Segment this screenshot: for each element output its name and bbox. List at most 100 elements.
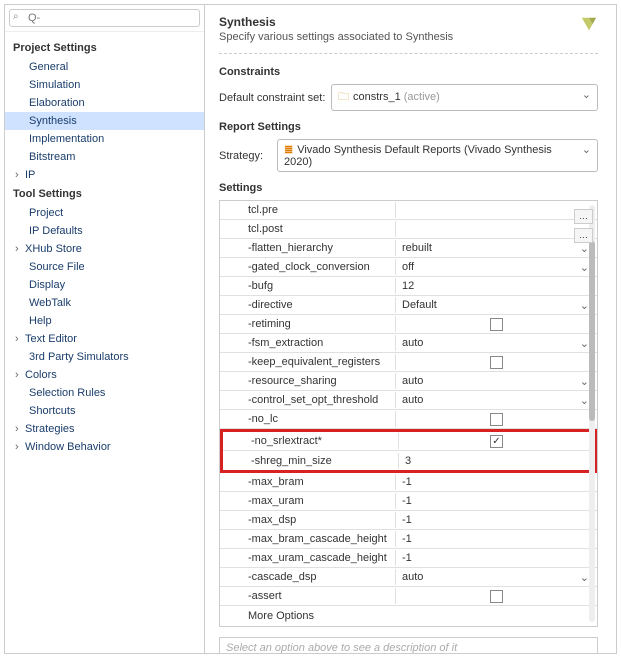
report-icon: ≣: [284, 144, 293, 156]
chevron-right-icon: ›: [15, 369, 25, 381]
setting-row[interactable]: -max_uram_cascade_height-1: [220, 549, 597, 568]
tree-item-project[interactable]: Project: [5, 204, 204, 222]
setting-row[interactable]: -bufg12: [220, 277, 597, 296]
tree-item-label: Bitstream: [29, 151, 75, 163]
search-input[interactable]: [9, 9, 200, 27]
tree-item-simulation[interactable]: Simulation: [5, 76, 204, 94]
more-options-row[interactable]: More Options: [220, 606, 597, 626]
tree-item-strategies[interactable]: ›Strategies: [5, 420, 204, 438]
setting-row[interactable]: -keep_equivalent_registers: [220, 353, 597, 372]
setting-row[interactable]: tcl.post…: [220, 220, 597, 239]
strategy-value: Vivado Synthesis Default Reports (Vivado…: [284, 144, 552, 168]
strategy-select[interactable]: ≣Vivado Synthesis Default Reports (Vivad…: [277, 139, 598, 172]
tree-item-xhub-store[interactable]: ›XHub Store: [5, 240, 204, 258]
tree-item-webtalk[interactable]: WebTalk: [5, 294, 204, 312]
setting-value[interactable]: ✓: [399, 433, 594, 450]
setting-value[interactable]: 12: [396, 278, 597, 294]
setting-value[interactable]: -1: [396, 493, 597, 509]
tree-group-header: Project Settings: [5, 38, 204, 58]
setting-row[interactable]: -no_srlextract* ✓: [223, 432, 594, 451]
setting-row[interactable]: -directiveDefault: [220, 296, 597, 315]
tree-item-3rd-party-simulators[interactable]: 3rd Party Simulators: [5, 348, 204, 366]
setting-value[interactable]: -1: [396, 512, 597, 528]
setting-row[interactable]: tcl.pre…: [220, 201, 597, 220]
setting-value[interactable]: 3: [399, 453, 594, 469]
setting-key: -retiming: [220, 316, 396, 332]
setting-key: -fsm_extraction: [220, 335, 396, 351]
setting-value[interactable]: [396, 411, 597, 428]
constraint-set-select[interactable]: 🗀constrs_1 (active): [331, 84, 598, 111]
tree-item-elaboration[interactable]: Elaboration: [5, 94, 204, 112]
setting-key: -keep_equivalent_registers: [220, 354, 396, 370]
highlighted-rows: -no_srlextract* ✓ -shreg_min_size3: [220, 429, 597, 473]
setting-row[interactable]: -gated_clock_conversionoff: [220, 258, 597, 277]
settings-dialog: ⌕ Project SettingsGeneralSimulationElabo…: [4, 4, 617, 654]
tree-item-shortcuts[interactable]: Shortcuts: [5, 402, 204, 420]
tree-item-ip-defaults[interactable]: IP Defaults: [5, 222, 204, 240]
setting-row[interactable]: -shreg_min_size3: [223, 451, 594, 470]
setting-row[interactable]: -max_uram-1: [220, 492, 597, 511]
setting-key: -cascade_dsp: [220, 569, 396, 585]
setting-value[interactable]: auto: [396, 335, 597, 351]
setting-key: -max_bram: [220, 474, 396, 490]
setting-value[interactable]: [396, 316, 597, 333]
setting-key: -no_srlextract*: [223, 433, 399, 449]
setting-value[interactable]: …: [396, 227, 597, 231]
setting-value[interactable]: rebuilt: [396, 240, 597, 256]
tree-item-text-editor[interactable]: ›Text Editor: [5, 330, 204, 348]
title-section: Synthesis Specify various settings assoc…: [219, 15, 453, 51]
setting-value[interactable]: -1: [396, 531, 597, 547]
tree-item-label: XHub Store: [25, 243, 82, 255]
tree-item-display[interactable]: Display: [5, 276, 204, 294]
tree-item-implementation[interactable]: Implementation: [5, 130, 204, 148]
setting-key: -max_uram: [220, 493, 396, 509]
settings-tree: Project SettingsGeneralSimulation Elabora…: [5, 32, 204, 653]
checkbox[interactable]: [490, 318, 503, 331]
tree-item-synthesis[interactable]: Synthesis: [5, 112, 204, 130]
checkbox[interactable]: [490, 590, 503, 603]
setting-key: -max_uram_cascade_height: [220, 550, 396, 566]
setting-value[interactable]: [396, 354, 597, 371]
checkbox[interactable]: ✓: [490, 435, 503, 448]
tree-item-ip[interactable]: ›IP: [5, 166, 204, 184]
right-panel: Synthesis Specify various settings assoc…: [205, 5, 616, 653]
setting-key: -flatten_hierarchy: [220, 240, 396, 256]
setting-row[interactable]: -flatten_hierarchyrebuilt: [220, 239, 597, 258]
strategy-label: Strategy:: [219, 150, 277, 162]
setting-row[interactable]: -assert: [220, 587, 597, 606]
setting-row[interactable]: -fsm_extractionauto: [220, 334, 597, 353]
setting-key: -shreg_min_size: [223, 453, 399, 469]
setting-value[interactable]: -1: [396, 474, 597, 490]
setting-row[interactable]: -retiming: [220, 315, 597, 334]
tree-item-help[interactable]: Help: [5, 312, 204, 330]
tree-item-general[interactable]: General: [5, 58, 204, 76]
description-box: Select an option above to see a descript…: [219, 637, 598, 653]
tree-item-label: IP Defaults: [29, 225, 83, 237]
checkbox[interactable]: [490, 413, 503, 426]
tree-item-label: Synthesis: [29, 115, 77, 127]
tree-item-colors[interactable]: ›Colors: [5, 366, 204, 384]
setting-value[interactable]: auto: [396, 392, 597, 408]
setting-value[interactable]: Default: [396, 297, 597, 313]
setting-row[interactable]: -control_set_opt_thresholdauto: [220, 391, 597, 410]
setting-value[interactable]: off: [396, 259, 597, 275]
setting-value[interactable]: …: [396, 208, 597, 212]
browse-button[interactable]: …: [574, 209, 593, 224]
tree-item-source-file[interactable]: Source File: [5, 258, 204, 276]
setting-row[interactable]: -no_lc: [220, 410, 597, 429]
setting-row[interactable]: -cascade_dspauto: [220, 568, 597, 587]
setting-value[interactable]: auto: [396, 569, 597, 585]
tree-item-window-behavior[interactable]: ›Window Behavior: [5, 438, 204, 456]
tree-item-selection-rules[interactable]: Selection Rules: [5, 384, 204, 402]
tree-item-label: Elaboration: [29, 97, 85, 109]
setting-row[interactable]: -max_bram_cascade_height-1: [220, 530, 597, 549]
setting-value[interactable]: -1: [396, 550, 597, 566]
tree-item-bitstream[interactable]: Bitstream: [5, 148, 204, 166]
checkbox[interactable]: [490, 356, 503, 369]
setting-row[interactable]: -resource_sharingauto: [220, 372, 597, 391]
setting-row[interactable]: -max_bram-1: [220, 473, 597, 492]
constraint-set-label: Default constraint set:: [219, 92, 331, 104]
setting-value[interactable]: auto: [396, 373, 597, 389]
setting-row[interactable]: -max_dsp-1: [220, 511, 597, 530]
setting-value[interactable]: [396, 588, 597, 605]
